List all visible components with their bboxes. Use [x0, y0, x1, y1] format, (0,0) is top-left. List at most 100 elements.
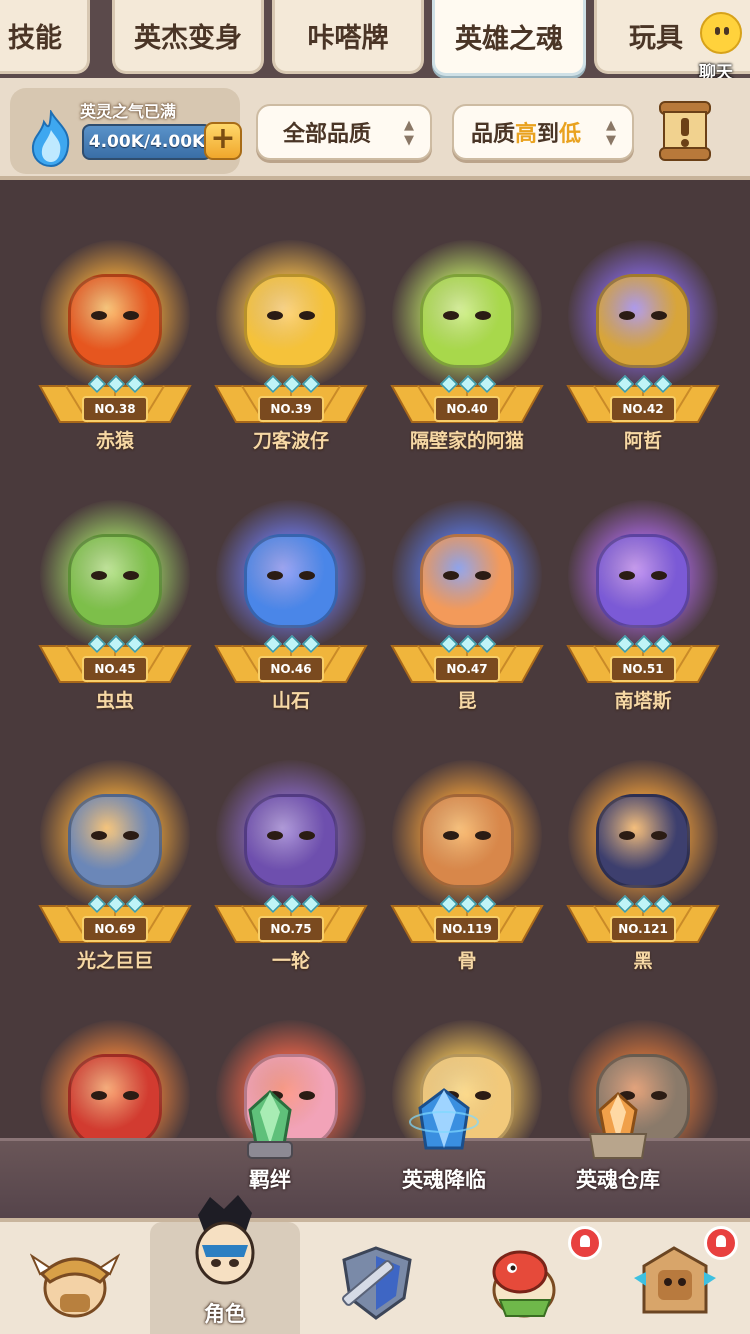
soul-portrait: [244, 794, 338, 888]
hero-soul-card[interactable]: NO.69 光之巨巨: [30, 734, 200, 984]
soul-number: NO.51: [610, 656, 676, 682]
quality-gem-icon: [106, 894, 126, 914]
quality-gems: [86, 634, 146, 654]
soul-name: 刀客波仔: [252, 430, 329, 452]
tab-hero-transform[interactable]: 英杰变身: [112, 0, 264, 74]
hero-soul-card[interactable]: NO.51 南塔斯: [558, 474, 728, 724]
quality-gem-icon: [301, 894, 321, 914]
nav-item-equipment[interactable]: [300, 1222, 450, 1334]
hero-soul-card[interactable]: NO.47 昆: [382, 474, 552, 724]
hero-soul-card[interactable]: NO.40 隔壁家的阿猫: [382, 214, 552, 464]
hero-soul-card[interactable]: NO.42 阿哲: [558, 214, 728, 464]
soul-summon-button[interactable]: 英魂降临: [364, 1088, 524, 1198]
quality-gems: [438, 634, 498, 654]
soul-name: 昆: [457, 690, 477, 712]
soul-name: 阿哲: [623, 430, 662, 452]
quality-gem-icon: [87, 374, 107, 394]
tab-click-cards-label: 咔嗒牌: [307, 23, 389, 54]
quality-gems: [86, 374, 146, 394]
soul-portrait: [420, 794, 514, 888]
quality-gems: [86, 894, 146, 914]
soul-portrait: [68, 794, 162, 888]
soul-name: 隔壁家的阿猫: [409, 430, 524, 452]
hero-soul-card[interactable]: NO.75 一轮: [206, 734, 376, 984]
quality-gem-icon: [439, 374, 459, 394]
quality-gem-icon: [87, 894, 107, 914]
chat-button[interactable]: 聊天: [686, 12, 746, 83]
soul-portrait: [244, 534, 338, 628]
nav-label-character: 角色: [204, 1302, 246, 1326]
quality-gems: [262, 894, 322, 914]
quality-gem-icon: [106, 634, 126, 654]
quality-gem-icon: [263, 634, 283, 654]
sort-order-select[interactable]: 品质高到低 ▲ ▼: [452, 104, 634, 160]
soul-summon-label: 英魂降临: [402, 1168, 486, 1192]
soul-energy-panel: 英灵之气已满 4.00K/4.00K +: [10, 88, 242, 174]
sort-arrows-icon: ▲ ▼: [606, 118, 616, 148]
quality-gem-icon: [439, 634, 459, 654]
hero-soul-card[interactable]: NO.38 赤猿: [30, 214, 200, 464]
quality-gems: [438, 374, 498, 394]
quality-gem-icon: [282, 634, 302, 654]
hero-soul-card[interactable]: NO.119 骨: [382, 734, 552, 984]
quality-gem-icon: [263, 894, 283, 914]
quality-gem-icon: [653, 374, 673, 394]
soul-name: 虫虫: [95, 690, 134, 712]
quality-gem-icon: [615, 634, 635, 654]
blue-flame-icon: [31, 110, 70, 168]
hero-soul-card[interactable]: NO.121 黑: [558, 734, 728, 984]
quality-gems: [614, 374, 674, 394]
soul-name: 光之巨巨: [76, 950, 153, 972]
hero-soul-card[interactable]: NO.45 虫虫: [30, 474, 200, 724]
quality-gem-icon: [125, 894, 145, 914]
nav-item-character[interactable]: 角色: [150, 1195, 300, 1334]
soul-portrait: [420, 534, 514, 628]
soul-number: NO.40: [434, 396, 500, 422]
add-energy-button[interactable]: +: [204, 122, 242, 160]
tab-hero-transform-label: 英杰变身: [134, 23, 242, 54]
nav-item-pet[interactable]: [450, 1222, 602, 1334]
quality-gem-icon: [301, 374, 321, 394]
soul-storage-button[interactable]: 英魂仓库: [538, 1088, 698, 1198]
energy-status-text: 英灵之气已满: [80, 102, 177, 121]
soul-name: 骨: [457, 950, 477, 972]
soul-portrait: [68, 274, 162, 368]
quality-gem-icon: [634, 634, 654, 654]
tab-hero-souls[interactable]: 英雄之魂: [432, 0, 586, 76]
quality-gem-icon: [458, 374, 478, 394]
quality-filter-select[interactable]: 全部品质 ▲ ▼: [256, 104, 432, 160]
quality-gems: [614, 894, 674, 914]
nav-item-hero[interactable]: [0, 1222, 150, 1334]
quality-gems: [262, 634, 322, 654]
soul-number: NO.47: [434, 656, 500, 682]
quality-gem-icon: [282, 894, 302, 914]
tab-skills[interactable]: 技能: [0, 0, 90, 74]
hero-soul-card[interactable]: NO.46 山石: [206, 474, 376, 724]
green-crystal-icon: [247, 1089, 293, 1159]
soul-number: NO.75: [258, 916, 324, 942]
quality-gem-icon: [106, 374, 126, 394]
scroll-info-icon[interactable]: [654, 98, 716, 164]
soul-number: NO.119: [434, 916, 500, 942]
tab-skills-label: 技能: [8, 23, 62, 54]
quality-gem-icon: [87, 634, 107, 654]
sword-shield-icon: [342, 1246, 412, 1320]
hero-soul-card[interactable]: NO.39 刀客波仔: [206, 214, 376, 464]
soul-portrait: [596, 794, 690, 888]
sort-order-value: 品质高到低: [470, 122, 582, 147]
top-tab-bar: 技能 英杰变身 咔嗒牌 英雄之魂 玩具 聊天: [0, 0, 750, 83]
quality-gem-icon: [125, 374, 145, 394]
tab-click-cards[interactable]: 咔嗒牌: [272, 0, 424, 74]
soul-portrait: [68, 534, 162, 628]
quality-gems: [262, 374, 322, 394]
orange-crystal-icon: [588, 1091, 648, 1159]
quality-filter-value: 全部品质: [282, 122, 371, 147]
energy-amount: 4.00K/4.00K: [82, 124, 212, 160]
quality-gem-icon: [125, 634, 145, 654]
soul-name: 一轮: [271, 950, 310, 972]
quality-gem-icon: [653, 634, 673, 654]
quality-gems: [614, 634, 674, 654]
dino-pet-icon: [492, 1250, 556, 1318]
nav-item-guild[interactable]: [600, 1222, 750, 1334]
soul-number: NO.46: [258, 656, 324, 682]
